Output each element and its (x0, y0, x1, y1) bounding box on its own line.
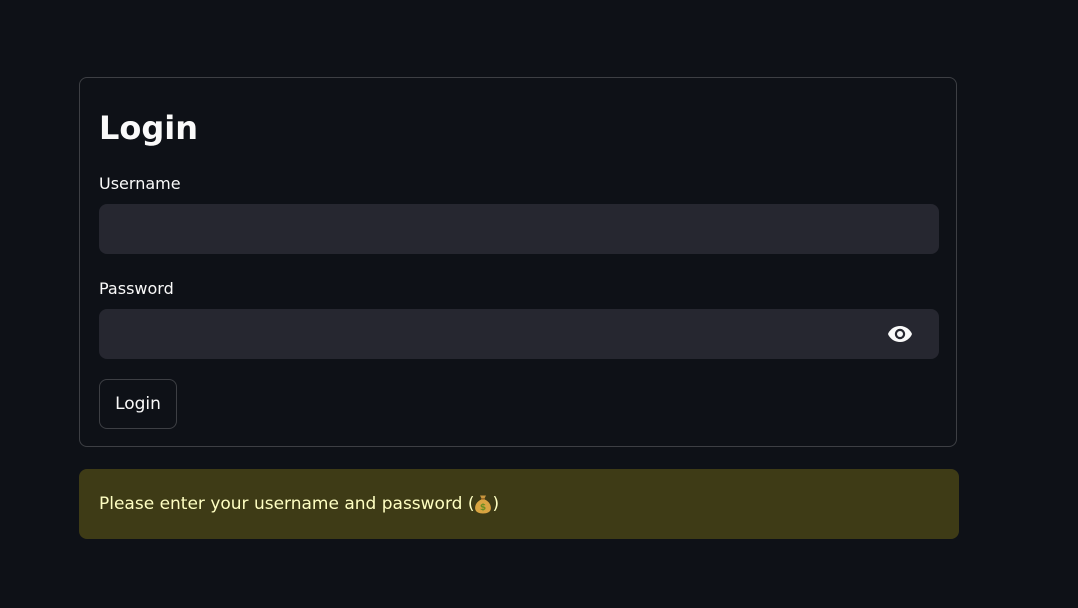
login-button[interactable]: Login (99, 379, 177, 429)
password-input[interactable] (99, 309, 939, 359)
form-title: Login (99, 109, 199, 147)
svg-text:$: $ (480, 503, 486, 513)
username-label: Username (99, 174, 181, 193)
alert-text-end: ) (492, 494, 500, 514)
eye-icon[interactable] (887, 322, 913, 346)
password-label: Password (99, 279, 174, 298)
login-form: Login Username Password Login (79, 77, 957, 447)
alert-text-start: Please enter your username and password … (99, 494, 475, 514)
username-input[interactable] (99, 204, 939, 254)
money-bag-icon: $ (474, 494, 492, 514)
warning-alert: Please enter your username and password … (79, 469, 959, 539)
